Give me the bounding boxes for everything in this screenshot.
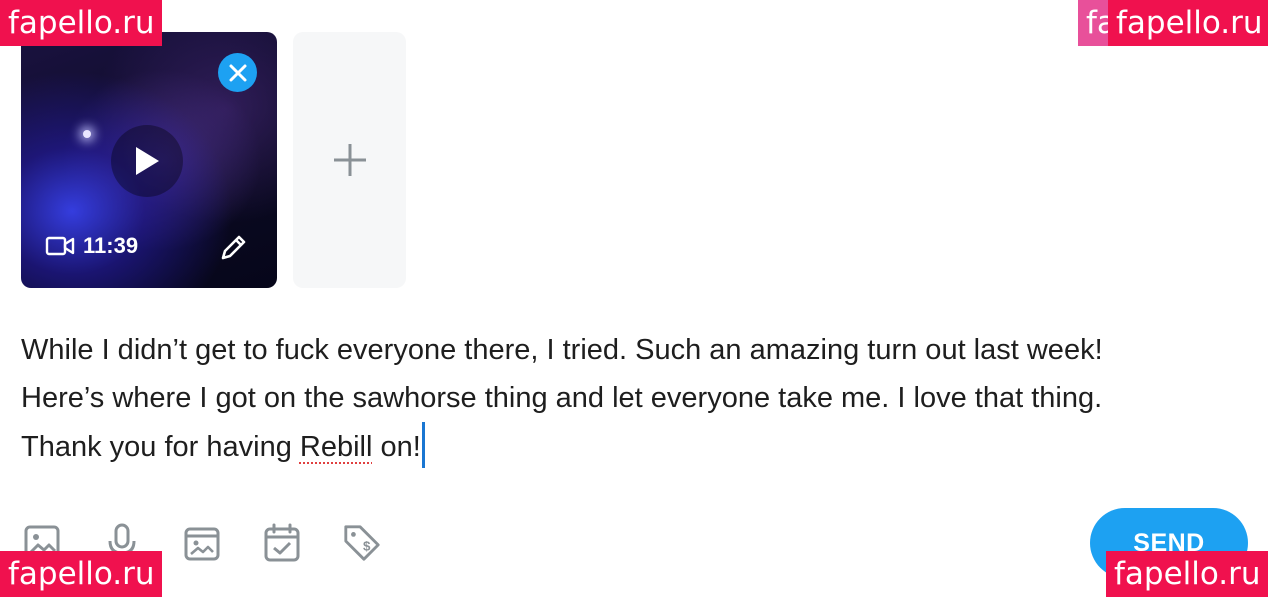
vault-button[interactable] bbox=[182, 521, 222, 565]
video-camera-icon bbox=[45, 236, 75, 256]
misspelled-word: Rebill bbox=[299, 431, 373, 463]
remove-media-button[interactable] bbox=[218, 53, 257, 92]
play-icon bbox=[136, 147, 159, 175]
post-text-line: Thank you for having Rebill on! bbox=[21, 422, 1241, 471]
post-text-line: Here’s where I got on the sawhorse thing… bbox=[21, 382, 1103, 414]
edit-media-button[interactable] bbox=[217, 230, 251, 264]
set-price-button[interactable]: $ bbox=[342, 521, 382, 565]
watermark: fapello.ru bbox=[1108, 0, 1268, 46]
price-tag-icon: $ bbox=[344, 525, 380, 561]
post-text-segment: Thank you for having bbox=[21, 431, 300, 463]
close-icon bbox=[229, 64, 246, 81]
vault-icon bbox=[184, 527, 220, 561]
schedule-button[interactable] bbox=[262, 521, 302, 565]
video-attachment[interactable]: 11:39 bbox=[21, 32, 277, 288]
play-button[interactable] bbox=[111, 125, 183, 197]
svg-text:$: $ bbox=[363, 539, 371, 554]
post-text-input[interactable]: While I didn’t get to fuck everyone ther… bbox=[21, 326, 1241, 471]
media-attachments: 11:39 bbox=[21, 32, 406, 288]
post-text-segment: on! bbox=[372, 431, 421, 463]
video-light bbox=[83, 130, 91, 138]
watermark: fapello.ru bbox=[1106, 551, 1268, 597]
video-duration: 11:39 bbox=[45, 233, 138, 259]
watermark: fapello.ru bbox=[0, 551, 162, 597]
add-media-button[interactable] bbox=[293, 32, 406, 288]
calendar-check-icon bbox=[264, 523, 300, 562]
text-caret bbox=[421, 422, 425, 468]
watermark: fapello.ru bbox=[0, 0, 162, 46]
plus-icon bbox=[333, 144, 366, 176]
pencil-icon bbox=[221, 235, 246, 260]
duration-text: 11:39 bbox=[83, 233, 139, 258]
post-text-line: While I didn’t get to fuck everyone ther… bbox=[21, 334, 1103, 366]
